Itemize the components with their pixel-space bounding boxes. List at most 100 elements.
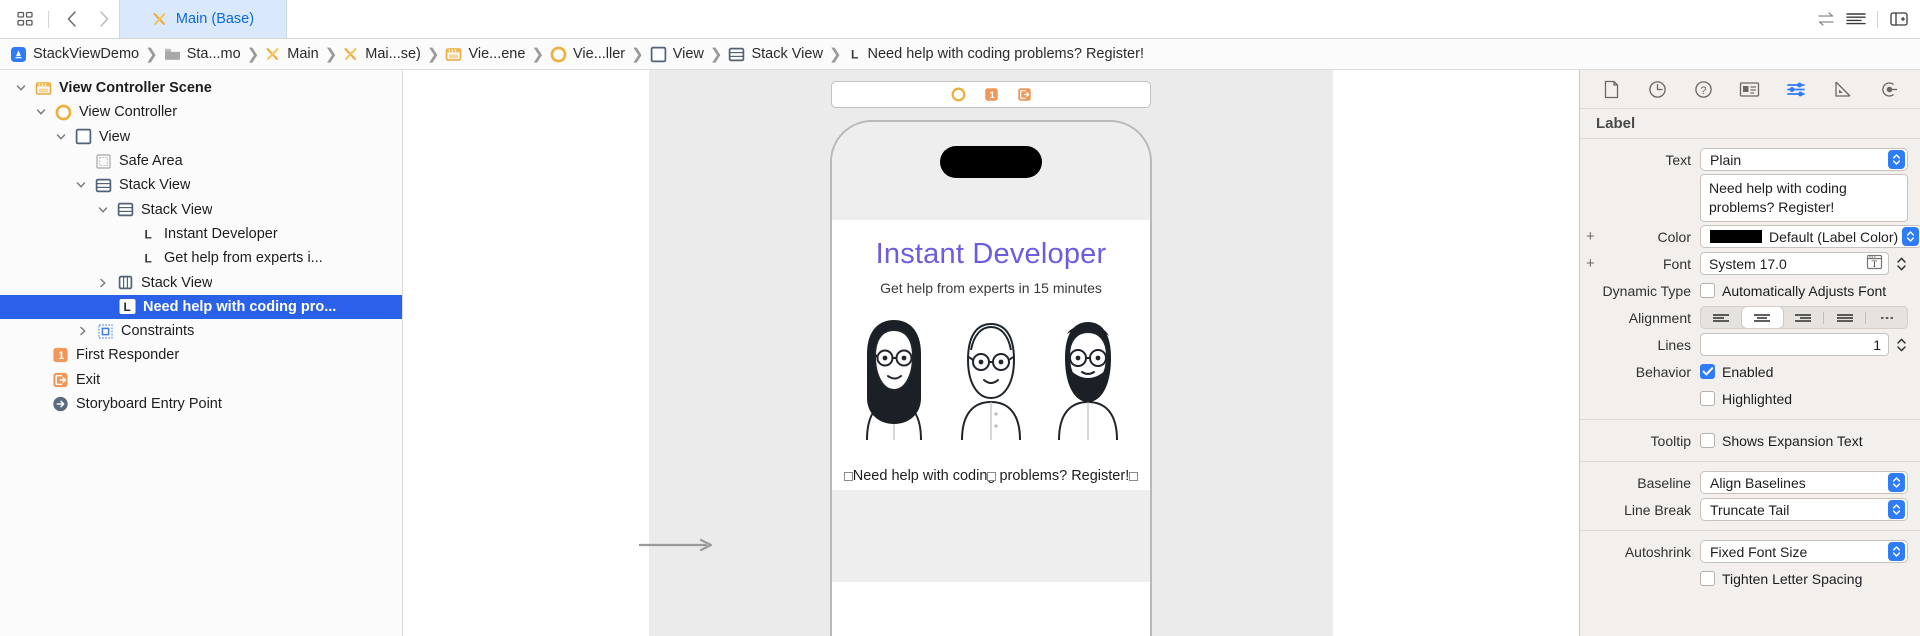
add-editor-icon[interactable] <box>1884 5 1914 33</box>
outline-row-stack-view-inner[interactable]: Stack View <box>0 197 402 221</box>
autoshrink-popup[interactable]: Fixed Font Size <box>1700 540 1908 563</box>
outline-row-exit[interactable]: Exit <box>0 368 402 392</box>
section-divider <box>1580 530 1920 531</box>
outline-row-safe-area[interactable]: Safe Area <box>0 149 402 173</box>
alignment-segmented-control[interactable] <box>1700 306 1908 329</box>
scene-dock[interactable]: 1 <box>831 81 1151 108</box>
exit-icon[interactable] <box>1017 87 1032 102</box>
selection-handle[interactable] <box>987 472 996 481</box>
first-responder-icon[interactable]: 1 <box>984 87 999 102</box>
outline-row-first-responder[interactable]: 1 First Responder <box>0 343 402 367</box>
outline-row-label-need-help-selected[interactable]: L Need help with coding pro... <box>0 295 402 319</box>
forward-chevron-icon[interactable] <box>89 5 119 33</box>
text-content-textarea[interactable]: Need help with coding problems? Register… <box>1700 174 1908 222</box>
outline-row-view-controller[interactable]: View Controller <box>0 100 402 124</box>
popup-chevrons-icon[interactable] <box>1888 150 1905 169</box>
add-variation-plus-icon[interactable]: + <box>1586 228 1595 245</box>
color-swatch[interactable] <box>1710 230 1762 243</box>
chevron-down-icon[interactable] <box>74 180 88 190</box>
popup-chevrons-icon[interactable] <box>1888 542 1905 561</box>
selection-handle[interactable] <box>1129 472 1138 481</box>
outline-row-label-instant-developer[interactable]: L Instant Developer <box>0 222 402 246</box>
align-natural-icon[interactable] <box>1866 307 1907 328</box>
outline-label: View <box>99 129 130 145</box>
breadcrumb-item-label[interactable]: L Need help with coding problems? Regist… <box>848 46 1144 62</box>
field-label-text: Text <box>1580 152 1700 168</box>
storyboard-icon <box>265 46 281 62</box>
font-field[interactable]: System 17.0 T <box>1700 252 1889 275</box>
avatar-row[interactable] <box>842 296 1140 442</box>
preview-title-label[interactable]: Instant Developer <box>842 220 1140 271</box>
breadcrumb-item-folder[interactable]: Sta...mo <box>164 46 241 62</box>
breadcrumb-item-storyboard[interactable]: Main <box>265 46 318 62</box>
align-left-icon[interactable] <box>1701 307 1742 328</box>
preview-subtitle-label[interactable]: Get help from experts in 15 minutes <box>842 271 1140 296</box>
line-break-popup[interactable]: Truncate Tail <box>1700 498 1908 521</box>
highlighted-checkbox[interactable] <box>1700 391 1715 406</box>
outline-row-view-controller-scene[interactable]: View Controller Scene <box>0 76 402 100</box>
svg-text:1: 1 <box>989 90 995 101</box>
text-type-popup[interactable]: Plain <box>1700 148 1908 171</box>
shows-expansion-text-checkbox[interactable] <box>1700 433 1715 448</box>
lines-input[interactable]: 1 <box>1700 333 1889 356</box>
selection-handle[interactable] <box>844 472 853 481</box>
app-target-icon <box>10 46 27 63</box>
tighten-letter-spacing-checkbox[interactable] <box>1700 571 1715 586</box>
add-variation-plus-icon[interactable]: + <box>1586 255 1595 272</box>
svg-text:L: L <box>851 48 858 62</box>
align-right-icon[interactable] <box>1783 307 1824 328</box>
interface-builder-canvas[interactable]: 1 Instant Developer Get help from expert… <box>403 70 1580 636</box>
identity-inspector-icon[interactable] <box>1735 76 1765 102</box>
outline-row-view[interactable]: View <box>0 125 402 149</box>
outline-row-stack-view-outer[interactable]: Stack View <box>0 173 402 197</box>
lines-stepper[interactable] <box>1894 334 1908 356</box>
field-control-text-body: Need help with coding problems? Register… <box>1700 174 1908 222</box>
document-outline-view[interactable]: View Controller Scene View Controller Vi… <box>0 70 403 636</box>
popup-chevrons-icon[interactable] <box>1888 500 1905 519</box>
chevron-down-icon[interactable] <box>34 107 48 117</box>
swap-arrows-icon[interactable] <box>1811 5 1841 33</box>
outline-row-stack-view-horizontal[interactable]: Stack View <box>0 270 402 294</box>
align-center-icon[interactable] <box>1742 307 1783 328</box>
breadcrumb-item-project[interactable]: StackViewDemo <box>10 46 139 63</box>
attributes-inspector-icon[interactable] <box>1781 76 1811 102</box>
auto-adjusts-font-checkbox[interactable] <box>1700 283 1715 298</box>
chevron-down-icon[interactable] <box>14 83 28 93</box>
size-inspector-icon[interactable] <box>1828 76 1858 102</box>
connections-inspector-icon[interactable] <box>1874 76 1904 102</box>
breadcrumb-item-base-locale[interactable]: Mai...se) <box>343 46 421 62</box>
attributes-inspector: ? Label Text <box>1580 70 1920 636</box>
breadcrumb-item-viewcontroller[interactable]: Vie...ller <box>550 46 625 63</box>
font-picker-icon[interactable]: T <box>1866 254 1883 273</box>
enabled-checkbox[interactable] <box>1700 364 1715 379</box>
grid-panels-icon[interactable] <box>10 5 40 33</box>
help-inspector-icon[interactable]: ? <box>1689 76 1719 102</box>
outline-label: Stack View <box>141 275 212 291</box>
align-justify-icon[interactable] <box>1824 307 1865 328</box>
device-preview[interactable]: Instant Developer Get help from experts … <box>830 120 1152 636</box>
font-stepper[interactable] <box>1894 253 1908 275</box>
popup-chevrons-icon[interactable] <box>1888 473 1905 492</box>
outline-row-label-get-help[interactable]: L Get help from experts i... <box>0 246 402 270</box>
back-chevron-icon[interactable] <box>57 5 87 33</box>
align-lines-icon[interactable] <box>1841 5 1871 33</box>
outline-row-constraints[interactable]: Constraints <box>0 319 402 343</box>
file-inspector-icon[interactable] <box>1596 76 1626 102</box>
preview-bottom-label[interactable]: Need help with coding problems? Register… <box>842 462 1140 490</box>
baseline-popup[interactable]: Align Baselines <box>1700 471 1908 494</box>
popup-chevrons-icon[interactable] <box>1902 227 1919 246</box>
outline-row-storyboard-entry-point[interactable]: Storyboard Entry Point <box>0 392 402 416</box>
color-popup[interactable]: Default (Label Color) <box>1700 225 1920 248</box>
breadcrumb-item-stackview[interactable]: Stack View <box>728 46 822 63</box>
editor-tab-main[interactable]: Main (Base) <box>119 0 287 38</box>
view-controller-icon[interactable] <box>951 87 966 102</box>
chevron-right-icon[interactable] <box>76 326 90 336</box>
chevron-down-icon[interactable] <box>96 205 110 215</box>
shows-expansion-text-label: Shows Expansion Text <box>1722 433 1863 449</box>
breadcrumb-item-view[interactable]: View <box>650 46 704 63</box>
chevron-right-icon[interactable] <box>96 278 110 288</box>
chevron-down-icon[interactable] <box>54 132 68 142</box>
breadcrumb-item-scene[interactable]: Vie...ene <box>445 46 525 62</box>
field-row-tooltip: Tooltip Shows Expansion Text <box>1580 427 1920 454</box>
history-inspector-icon[interactable] <box>1642 76 1672 102</box>
